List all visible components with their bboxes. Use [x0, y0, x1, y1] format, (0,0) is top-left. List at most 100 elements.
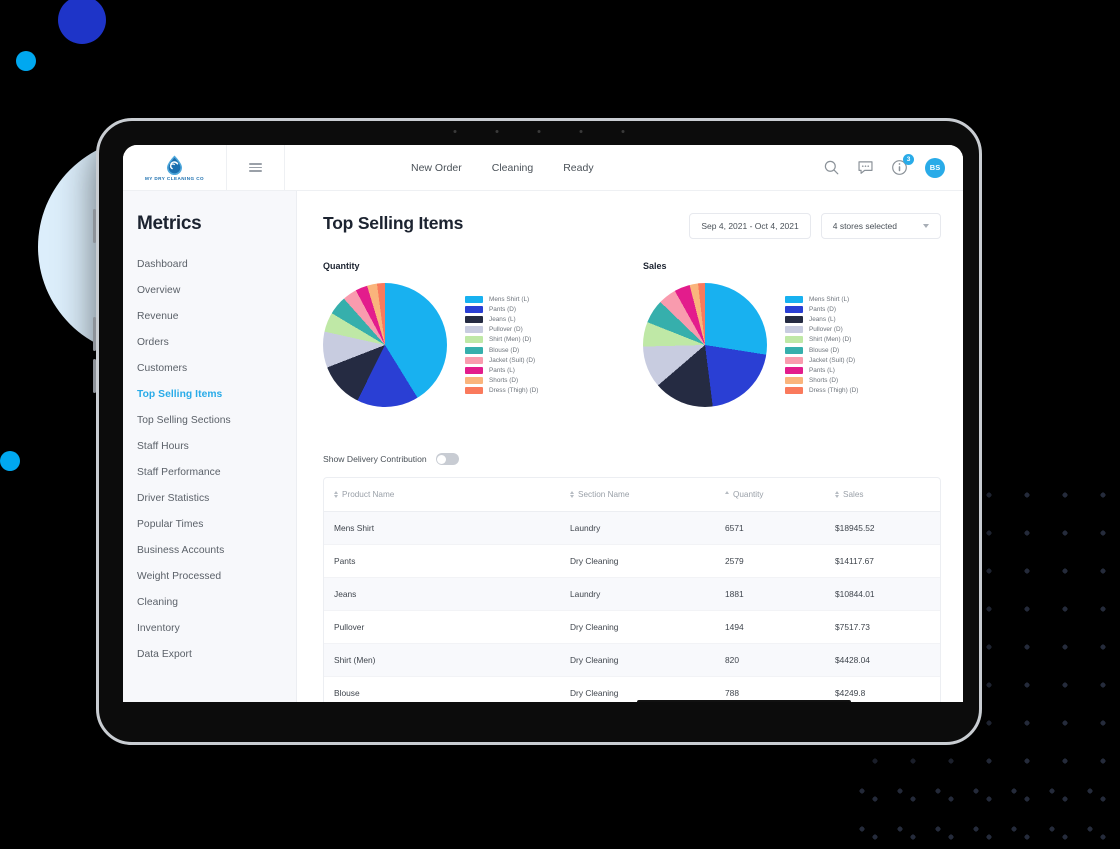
main-content: Top Selling Items Sep 4, 2021 - Oct 4, 2…: [297, 191, 963, 720]
sidebar-item-revenue[interactable]: Revenue: [137, 303, 296, 329]
tablet-side-button: [93, 359, 96, 393]
legend-quantity: Mens Shirt (L) Pants (D) Jeans (L) Pullover…: [465, 295, 538, 395]
legend-item[interactable]: Pullover (D): [785, 326, 858, 334]
sidebar-item-driver-statistics[interactable]: Driver Statistics: [137, 485, 296, 511]
table-cell: Dry Cleaning: [570, 610, 725, 644]
table-cell: Shirt (Men): [324, 643, 570, 677]
notification-badge: 3: [903, 154, 914, 165]
legend-label: Shirt (Men) (D): [489, 336, 532, 344]
sidebar-item-cleaning[interactable]: Cleaning: [137, 589, 296, 615]
legend-item[interactable]: Pullover (D): [465, 326, 538, 334]
sidebar-item-dashboard[interactable]: Dashboard: [137, 251, 296, 277]
sidebar-item-top-selling-items[interactable]: Top Selling Items: [137, 381, 296, 407]
table-cell: 1494: [725, 610, 835, 644]
pie-chart-sales[interactable]: [643, 283, 767, 407]
top-bar-actions: 3 BS: [823, 154, 963, 178]
data-table: Product Name Section Name Quantity Sales…: [324, 478, 940, 720]
chart-area-sales: Mens Shirt (L) Pants (D) Jeans (L) Pullover…: [643, 283, 963, 407]
tablet-volume-up-button: [93, 209, 96, 243]
legend-item[interactable]: Pants (L): [785, 366, 858, 374]
legend-item[interactable]: Shirt (Men) (D): [465, 336, 538, 344]
store-selector[interactable]: 4 stores selected: [820, 213, 941, 239]
sidebar-item-orders[interactable]: Orders: [137, 329, 296, 355]
burger-line: [249, 170, 262, 172]
table-row[interactable]: Shirt (Men) Dry Cleaning 820 $4428.04: [324, 643, 940, 677]
legend-color-swatch: [785, 336, 803, 344]
sidebar-item-data-export[interactable]: Data Export: [137, 641, 296, 667]
sidebar-item-top-selling-sections[interactable]: Top Selling Sections: [137, 407, 296, 433]
tablet-camera-dots: [537, 130, 541, 133]
table-cell: $14117.67: [835, 544, 940, 578]
table-cell: Pants: [324, 544, 570, 578]
table-row[interactable]: Pullover Dry Cleaning 1494 $7517.73: [324, 610, 940, 644]
legend-item[interactable]: Shorts (D): [785, 377, 858, 385]
main-page-title: Top Selling Items: [323, 213, 464, 233]
legend-item[interactable]: Shirt (Men) (D): [785, 336, 858, 344]
tablet-volume-down-button: [93, 317, 96, 351]
delivery-contribution-toggle[interactable]: [435, 453, 459, 465]
legend-item[interactable]: Dress (Thigh) (D): [465, 387, 538, 395]
legend-color-swatch: [465, 366, 483, 374]
legend-item[interactable]: Dress (Thigh) (D): [785, 387, 858, 395]
legend-label: Blouse (D): [489, 346, 520, 354]
legend-item[interactable]: Mens Shirt (L): [785, 295, 858, 303]
pie-chart-quantity[interactable]: [323, 283, 447, 407]
sidebar-item-staff-hours[interactable]: Staff Hours: [137, 433, 296, 459]
info-notification-button[interactable]: 3: [891, 154, 914, 176]
sidebar-item-overview[interactable]: Overview: [137, 277, 296, 303]
chart-area-quantity: Mens Shirt (L) Pants (D) Jeans (L) Pullover…: [323, 283, 643, 407]
legend-color-swatch: [465, 316, 483, 324]
decorative-dot-grid-bottom: [845, 760, 1120, 849]
sidebar-item-staff-performance[interactable]: Staff Performance: [137, 459, 296, 485]
page-title: Metrics: [137, 213, 202, 234]
column-label: Section Name: [578, 490, 630, 499]
nav-link-cleaning[interactable]: Cleaning: [492, 162, 533, 174]
header-controls: Sep 4, 2021 - Oct 4, 2021 4 stores selec…: [689, 213, 941, 239]
legend-item[interactable]: Shorts (D): [465, 377, 538, 385]
column-label: Quantity: [733, 490, 764, 499]
search-icon[interactable]: [823, 159, 840, 176]
table-row[interactable]: Pants Dry Cleaning 2579 $14117.67: [324, 544, 940, 578]
chevron-down-icon: [923, 224, 929, 228]
legend-item[interactable]: Blouse (D): [785, 346, 858, 354]
legend-item[interactable]: Pants (D): [465, 305, 538, 313]
legend-item[interactable]: Jeans (L): [785, 316, 858, 324]
hamburger-menu-icon[interactable]: [227, 145, 285, 191]
sidebar-item-weight-processed[interactable]: Weight Processed: [137, 563, 296, 589]
legend-color-swatch: [785, 377, 803, 385]
sort-icon: [334, 490, 338, 499]
table-row[interactable]: Jeans Laundry 1881 $10844.01: [324, 577, 940, 611]
legend-item[interactable]: Jeans (L): [465, 316, 538, 324]
avatar[interactable]: BS: [925, 157, 945, 178]
table-cell: $7517.73: [835, 610, 940, 644]
chat-bubble-icon[interactable]: [857, 159, 874, 176]
table-row[interactable]: Mens Shirt Laundry 6571 $18945.52: [324, 511, 940, 545]
column-header-section-name[interactable]: Section Name: [570, 478, 725, 512]
store-selector-label: 4 stores selected: [832, 221, 897, 231]
column-header-sales[interactable]: Sales: [835, 478, 940, 512]
sort-icon-active: [725, 490, 729, 499]
legend-item[interactable]: Pants (L): [465, 366, 538, 374]
legend-item[interactable]: Mens Shirt (L): [465, 295, 538, 303]
nav-link-ready[interactable]: Ready: [563, 162, 593, 174]
table-cell: Dry Cleaning: [570, 643, 725, 677]
tablet-device-frame: MY DRY CLEANING CO New Order Cleaning Re…: [93, 118, 982, 745]
legend-item[interactable]: Pants (D): [785, 305, 858, 313]
column-header-product-name[interactable]: Product Name: [324, 478, 570, 512]
nav-link-new-order[interactable]: New Order: [411, 162, 462, 174]
main-header: Top Selling Items Sep 4, 2021 - Oct 4, 2…: [323, 213, 963, 239]
sidebar-item-customers[interactable]: Customers: [137, 355, 296, 381]
brand-logo[interactable]: MY DRY CLEANING CO: [123, 145, 227, 191]
table-cell: Laundry: [570, 511, 725, 545]
legend-label: Pants (L): [809, 366, 835, 374]
sidebar-item-popular-times[interactable]: Popular Times: [137, 511, 296, 537]
legend-color-swatch: [785, 346, 803, 354]
table-cell: $4428.04: [835, 643, 940, 677]
sidebar-item-business-accounts[interactable]: Business Accounts: [137, 537, 296, 563]
legend-item[interactable]: Jacket (Suit) (D): [465, 356, 538, 364]
column-header-quantity[interactable]: Quantity: [725, 478, 835, 512]
sidebar-item-inventory[interactable]: Inventory: [137, 615, 296, 641]
legend-item[interactable]: Blouse (D): [465, 346, 538, 354]
date-range-picker[interactable]: Sep 4, 2021 - Oct 4, 2021: [689, 213, 811, 239]
legend-item[interactable]: Jacket (Suit) (D): [785, 356, 858, 364]
